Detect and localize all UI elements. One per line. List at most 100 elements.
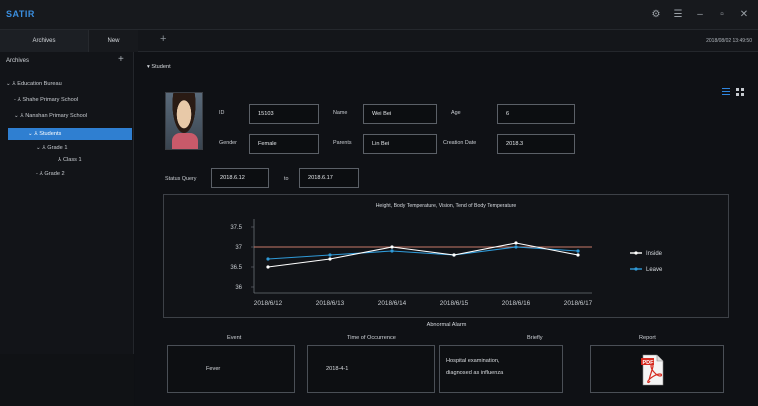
org-icon: ⅄ [42, 145, 46, 151]
tree-item-grade-1[interactable]: ⌄ ⅄ Grade 1 [36, 142, 67, 154]
collapse-icon[interactable]: ⌄ [6, 81, 11, 87]
org-icon: ⅄ [20, 113, 24, 119]
expand-icon[interactable]: - [36, 171, 38, 177]
tree-item-label: Education Bureau [17, 81, 62, 87]
add-tab-icon[interactable]: + [160, 33, 166, 45]
sidebar: Archives + ⌄ ⅄ Education Bureau - ⅄ Shah… [0, 52, 134, 406]
series-line-leave [267, 246, 579, 260]
age-label: Age [451, 110, 461, 116]
grid-view-icon[interactable] [736, 88, 744, 96]
parents-label: Parents [333, 140, 352, 146]
gender-field[interactable]: Female [249, 134, 319, 154]
breadcrumb-label: Student [151, 64, 171, 70]
data-point-leave [576, 249, 580, 253]
x-tick-label: 2018/6/12 [254, 300, 283, 307]
breadcrumb: ▾ Student [147, 64, 171, 70]
list-view-icon[interactable] [722, 88, 730, 96]
data-point-inside [514, 241, 518, 245]
tree-item-label: Shahe Primary School [22, 97, 79, 103]
data-point-inside [328, 257, 332, 261]
gender-label: Gender [219, 140, 237, 146]
event-header: Event [227, 335, 242, 341]
avatar [165, 92, 203, 150]
sidebar-footer [0, 354, 134, 406]
event-value: Fever [206, 366, 221, 372]
data-point-inside [266, 265, 270, 269]
title-bar: SATIR ⚙ ☰ – ▫ ✕ [0, 0, 758, 30]
settings-icon[interactable]: ⚙ [650, 8, 662, 20]
expand-icon[interactable]: - [14, 97, 16, 103]
tree-item-students[interactable]: ⌄ ⅄ Students [8, 128, 132, 140]
tree-item-label: Grade 2 [44, 171, 65, 177]
data-point-leave [514, 245, 518, 249]
id-label: ID [219, 110, 225, 116]
x-tick-label: 2018/6/14 [378, 300, 407, 307]
creation-date-field[interactable]: 2018.3 [497, 134, 575, 154]
tree-item-education-bureau[interactable]: ⌄ ⅄ Education Bureau [6, 78, 62, 90]
org-icon: ⅄ [34, 131, 38, 137]
time-header: Time of Occurrence [347, 335, 396, 341]
date-to-label: to [284, 176, 289, 182]
tree-item-shahe-school[interactable]: - ⅄ Shahe Primary School [14, 94, 78, 106]
view-toggle [722, 88, 744, 96]
tab-new[interactable]: New [88, 30, 138, 52]
event-cell: Fever [167, 345, 295, 393]
tree-item-label: Students [39, 131, 62, 137]
data-point-inside [390, 245, 394, 249]
org-icon: ⅄ [39, 171, 43, 177]
student-icon: ▾ [147, 64, 150, 70]
tab-archives[interactable]: Archives [0, 30, 88, 52]
add-archive-icon[interactable]: + [118, 54, 124, 65]
creation-date-label: Creation Date [443, 140, 477, 146]
report-cell[interactable]: PDF [590, 345, 724, 393]
legend-marker-inside [634, 251, 638, 255]
brief-cell: Hospital examination, diagnosed as influ… [439, 345, 563, 393]
parents-field[interactable]: Lin Bei [363, 134, 437, 154]
org-icon: ⅄ [17, 97, 21, 103]
collapse-icon[interactable]: ⌄ [36, 145, 41, 151]
brief-line-2: diagnosed as influenza [446, 370, 504, 376]
status-query-label: Status Query [165, 176, 197, 182]
x-tick-label: 2018/6/17 [564, 300, 593, 307]
data-point-inside [576, 253, 580, 257]
close-icon[interactable]: ✕ [738, 8, 750, 20]
time-cell: 2018-4-1 [307, 345, 435, 393]
menu-icon[interactable]: ☰ [672, 8, 684, 20]
tree-item-nanshan-school[interactable]: ⌄ ⅄ Nanshan Primary School [14, 110, 87, 122]
pdf-icon[interactable]: PDF [641, 354, 665, 386]
report-header: Report [639, 335, 656, 341]
age-field[interactable]: 6 [497, 104, 575, 124]
minimize-icon[interactable]: – [694, 8, 706, 20]
date-to-field[interactable]: 2018.6.17 [299, 168, 359, 188]
org-icon: ⅄ [58, 157, 62, 163]
tree-item-label: Grade 1 [47, 145, 68, 151]
data-point-leave [328, 253, 332, 257]
maximize-icon[interactable]: ▫ [716, 8, 728, 20]
datetime-readout: 2018/08/02 13:49:50 [706, 38, 752, 44]
tree-item-label: Class 1 [62, 157, 82, 163]
main-panel: ▾ Student ID 15103 Name Wei Bei Age 6 Ge… [135, 52, 758, 406]
collapse-icon[interactable]: ⌄ [28, 131, 33, 137]
y-tick-label: 36 [235, 285, 242, 291]
y-tick-label: 36.5 [230, 265, 242, 271]
tree-item-class-1[interactable]: ⅄ Class 1 [58, 154, 82, 166]
x-tick-label: 2018/6/15 [440, 300, 469, 307]
brief-line-1: Hospital examination, [446, 358, 500, 364]
tree-item-label: Nanshan Primary School [25, 113, 88, 119]
name-field[interactable]: Wei Bei [363, 104, 437, 124]
sidebar-header: Archives [6, 58, 30, 64]
app-window: SATIR ⚙ ☰ – ▫ ✕ Archives New + 2018/08/0… [0, 0, 758, 406]
tab-bar: Archives New + 2018/08/02 13:49:50 [0, 30, 758, 52]
time-value: 2018-4-1 [326, 366, 349, 372]
legend-label-leave: Leave [646, 267, 663, 273]
x-tick-label: 2018/6/16 [502, 300, 531, 307]
name-label: Name [333, 110, 348, 116]
tree-item-grade-2[interactable]: - ⅄ Grade 2 [36, 168, 65, 180]
y-tick-label: 37 [235, 245, 242, 251]
temperature-chart: 37.5 37 36.5 36 2018/6/12 2018/6/13 2018/6/14 2… [230, 219, 663, 307]
date-from-field[interactable]: 2018.6.12 [211, 168, 269, 188]
app-logo: SATIR [6, 9, 35, 19]
collapse-icon[interactable]: ⌄ [14, 113, 19, 119]
id-field[interactable]: 15103 [249, 104, 319, 124]
legend-marker-leave [634, 267, 638, 271]
